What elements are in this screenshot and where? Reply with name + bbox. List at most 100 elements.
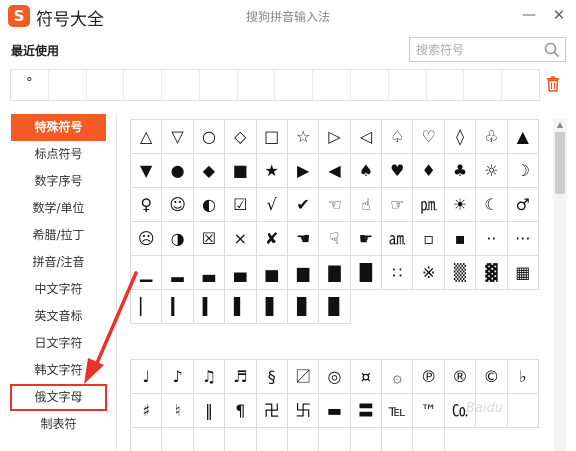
symbol-cell[interactable]: ㏂ — [382, 222, 414, 256]
symbol-cell[interactable]: ♥ — [382, 154, 414, 188]
symbol-cell[interactable]: ¶ — [225, 394, 257, 428]
symbol-cell[interactable] — [194, 428, 226, 451]
symbol-cell[interactable] — [351, 428, 383, 451]
symbol-cell[interactable]: ☒ — [193, 222, 226, 256]
symbol-cell[interactable]: ▅ — [256, 256, 288, 290]
symbol-cell[interactable]: ♩ — [131, 360, 163, 394]
symbol-cell[interactable]: ♭ — [507, 360, 539, 394]
symbol-cell[interactable]: ▋ — [256, 290, 288, 324]
symbol-cell[interactable]: ▫ — [413, 222, 445, 256]
symbol-cell[interactable]: ▁ — [131, 256, 163, 290]
symbol-cell[interactable]: ☀ — [444, 188, 477, 222]
recent-symbol-cell[interactable] — [275, 70, 314, 100]
scroll-up-icon[interactable]: ▲ — [553, 118, 567, 132]
sidebar-item-0[interactable]: 特殊符号 — [11, 114, 106, 141]
symbol-cell[interactable]: ◁ — [350, 120, 383, 154]
symbol-cell[interactable]: ▂ — [162, 256, 194, 290]
search-icon[interactable] — [543, 41, 561, 59]
symbol-cell[interactable]: ◊ — [444, 120, 477, 154]
symbol-cell[interactable]: ♯ — [131, 394, 163, 428]
recent-symbol-cell[interactable] — [464, 70, 503, 100]
symbol-cell[interactable]: ♧ — [476, 120, 508, 154]
symbol-cell[interactable]: ▪ — [444, 222, 477, 256]
sidebar-item-4[interactable]: 希腊/拉丁 — [11, 222, 106, 249]
symbol-cell[interactable]: ◐ — [193, 188, 226, 222]
symbol-cell[interactable] — [507, 394, 539, 428]
symbol-cell[interactable]: ■ — [225, 154, 257, 188]
sidebar-item-11[interactable]: 制表符 — [11, 411, 106, 438]
symbol-cell[interactable]: ♫ — [193, 360, 226, 394]
symbol-cell[interactable]: ▆ — [287, 256, 320, 290]
symbol-cell[interactable]: ♀ — [131, 188, 163, 222]
sidebar-item-5[interactable]: 拼音/注音 — [11, 249, 106, 276]
symbol-cell[interactable]: ☆ — [287, 120, 320, 154]
symbol-cell[interactable] — [225, 428, 257, 451]
symbol-cell[interactable]: ◎ — [319, 360, 351, 394]
recent-symbol-cell[interactable] — [162, 70, 200, 100]
minimize-button[interactable]: — — [520, 6, 538, 24]
symbol-cell[interactable]: ☜ — [319, 188, 351, 222]
symbol-cell[interactable]: ◆ — [193, 154, 226, 188]
recent-symbol-cell[interactable] — [351, 70, 389, 100]
sidebar-item-10[interactable]: 俄文字母 — [10, 384, 107, 411]
symbol-cell[interactable]: ▉ — [319, 290, 351, 324]
recent-symbol-cell[interactable] — [49, 70, 87, 100]
symbol-cell[interactable]: ♤ — [382, 120, 414, 154]
symbol-cell[interactable] — [382, 428, 414, 451]
symbol-cell[interactable]: ♪ — [162, 360, 194, 394]
symbol-cell[interactable]: ☼ — [476, 154, 508, 188]
symbol-cell[interactable]: ☾ — [476, 188, 508, 222]
symbol-cell[interactable]: ∷ — [382, 256, 414, 290]
symbol-cell[interactable]: ▽ — [162, 120, 194, 154]
symbol-cell[interactable]: ▏ — [131, 290, 163, 324]
symbol-cell[interactable]: ☑ — [225, 188, 257, 222]
symbol-cell[interactable]: ★ — [256, 154, 288, 188]
symbol-cell[interactable]: ✘ — [256, 222, 288, 256]
symbol-cell[interactable]: ▷ — [319, 120, 351, 154]
symbol-cell[interactable]: ·· — [476, 222, 508, 256]
symbol-cell[interactable]: ℡ — [382, 394, 414, 428]
symbol-cell[interactable]: ☟ — [319, 222, 351, 256]
symbol-cell[interactable]: ㏘ — [413, 188, 445, 222]
symbol-cell[interactable]: ▃ — [193, 256, 226, 290]
symbol-cell[interactable]: ▍ — [193, 290, 226, 324]
search-input[interactable] — [411, 39, 539, 60]
symbol-cell[interactable]: ▊ — [287, 290, 320, 324]
symbol-cell[interactable]: ▌ — [225, 290, 257, 324]
symbol-cell[interactable]: ✔ — [287, 188, 320, 222]
symbol-cell[interactable]: ··· — [507, 222, 539, 256]
symbol-cell[interactable]: 卐 — [287, 394, 320, 428]
symbol-cell[interactable]: § — [256, 360, 288, 394]
symbol-cell[interactable]: ▇ — [319, 256, 351, 290]
symbol-cell[interactable]: 〓 — [350, 394, 383, 428]
symbol-cell[interactable]: ☽ — [507, 154, 539, 188]
symbol-cell[interactable] — [319, 428, 351, 451]
symbol-cell[interactable]: ♮ — [162, 394, 194, 428]
symbol-cell[interactable] — [131, 428, 163, 451]
symbol-cell[interactable]: █ — [350, 256, 383, 290]
sidebar-item-2[interactable]: 数字序号 — [11, 168, 106, 195]
symbol-cell[interactable]: ‖ — [193, 394, 226, 428]
vertical-scrollbar[interactable]: ▲ — [553, 118, 567, 451]
symbol-cell[interactable]: ▼ — [131, 154, 163, 188]
symbol-cell[interactable]: ▒ — [444, 256, 477, 290]
recent-symbol-cell[interactable] — [238, 70, 276, 100]
symbol-cell[interactable]: ☚ — [287, 222, 320, 256]
sidebar-item-7[interactable]: 英文音标 — [11, 303, 106, 330]
recent-symbol-cell[interactable] — [427, 70, 465, 100]
symbol-cell[interactable]: □ — [256, 120, 288, 154]
symbol-cell[interactable]: ● — [162, 154, 194, 188]
recent-symbol-cell[interactable] — [200, 70, 238, 100]
symbol-cell[interactable]: ▎ — [162, 290, 194, 324]
recent-symbol-cell[interactable] — [313, 70, 352, 100]
symbol-cell[interactable]: ○ — [193, 120, 226, 154]
symbol-cell[interactable]: ◇ — [225, 120, 257, 154]
symbol-cell[interactable]: ♠ — [350, 154, 383, 188]
symbol-cell[interactable]: ¤ — [350, 360, 383, 394]
sidebar-item-8[interactable]: 日文字符 — [11, 330, 106, 357]
symbol-cell[interactable] — [257, 428, 288, 451]
sidebar-item-9[interactable]: 韩文字符 — [11, 357, 106, 384]
close-button[interactable]: ✕ — [550, 6, 568, 24]
symbol-cell[interactable]: 卍 — [256, 394, 288, 428]
symbol-cell[interactable]: ™ — [413, 394, 445, 428]
